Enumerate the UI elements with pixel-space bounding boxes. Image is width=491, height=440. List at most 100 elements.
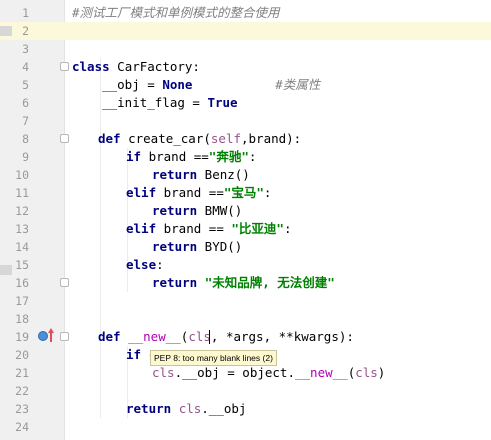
code-fragment: ) xyxy=(377,365,386,380)
line-number: 19 xyxy=(15,330,29,344)
fold-toggle-icon[interactable] xyxy=(60,62,69,71)
code-line: 6 __init_flag = True xyxy=(0,94,491,112)
keyword: return xyxy=(152,239,198,254)
code-text[interactable]: __obj = None #类属性 xyxy=(72,76,320,94)
code-fragment: , *args, **kwargs): xyxy=(210,329,354,344)
line-number: 21 xyxy=(15,366,29,380)
string-literal: "奔驰" xyxy=(208,149,249,164)
keyword: return xyxy=(152,203,198,218)
keyword: class xyxy=(72,59,110,74)
keyword: return xyxy=(152,167,198,182)
code-text[interactable]: #测试工厂模式和单例模式的整合使用 xyxy=(72,4,280,22)
code-line: 5 __obj = None #类属性 xyxy=(0,76,491,94)
code-line: 14 return BYD() xyxy=(0,238,491,256)
keyword: if xyxy=(126,149,142,164)
keyword: True xyxy=(207,95,238,110)
keyword: elif xyxy=(126,221,157,236)
self-param: cls xyxy=(188,329,211,344)
code-line: 9 def create_car(self,brand): xyxy=(0,130,491,148)
code-fragment: brand == xyxy=(141,149,209,164)
override-method-icon[interactable] xyxy=(38,331,48,341)
code-fragment xyxy=(121,329,129,344)
line-number: 2 xyxy=(22,24,29,38)
code-line: 12 return BMW() xyxy=(0,202,491,220)
line-number: 22 xyxy=(15,384,29,398)
line-number: 15 xyxy=(15,258,29,272)
comment: #测试工厂模式和单例模式的整合使用 xyxy=(72,5,280,20)
code-fragment xyxy=(192,77,275,92)
code-fragment: CarFactory: xyxy=(109,59,200,74)
code-line: 7 xyxy=(0,112,491,130)
fold-toggle-icon[interactable] xyxy=(60,332,69,341)
line-number: 1 xyxy=(22,6,29,20)
code-text[interactable]: def create_car(self,brand): xyxy=(98,130,301,148)
code-line: 23 return cls.__obj xyxy=(0,400,491,418)
code-text[interactable]: return cls.__obj xyxy=(126,400,246,418)
code-line: 9 if brand =="奔驰": xyxy=(0,148,491,166)
code-text[interactable]: else: xyxy=(126,256,164,274)
code-fragment: : xyxy=(156,257,164,272)
code-line: 16 return "未知品牌, 无法创建" xyxy=(0,274,491,292)
keyword: None xyxy=(162,77,193,92)
code-text[interactable]: def __new__(cls, *args, **kwargs): xyxy=(98,328,354,346)
self-param: cls xyxy=(355,365,378,380)
code-fragment: brand == xyxy=(156,221,232,236)
code-fragment: .__obj xyxy=(201,401,247,416)
keyword: else xyxy=(126,257,157,272)
text-cursor xyxy=(209,330,210,344)
code-line: 19 def __new__(cls, *args, **kwargs): xyxy=(0,328,491,346)
code-line: 4 class CarFactory: xyxy=(0,58,491,76)
code-fragment: ,brand): xyxy=(241,131,302,146)
code-line: 18 xyxy=(0,310,491,328)
keyword: def xyxy=(98,131,121,146)
code-text[interactable]: return Benz() xyxy=(152,166,250,184)
code-line: 13 elif brand == "比亚迪": xyxy=(0,220,491,238)
code-line: 10 return Benz() xyxy=(0,166,491,184)
pep8-warning-tooltip: PEP 8: too many blank lines (2) xyxy=(150,350,277,366)
code-fragment: : xyxy=(248,149,257,164)
line-number: 9 xyxy=(22,150,29,164)
line-number: 18 xyxy=(15,312,29,326)
code-line: 3 xyxy=(0,40,491,58)
magic-method: __new__ xyxy=(295,365,348,380)
code-text[interactable]: elif brand == "比亚迪": xyxy=(126,220,291,238)
line-number: 6 xyxy=(22,96,29,110)
code-text[interactable]: elif brand =="宝马": xyxy=(126,184,271,202)
code-line: 24 xyxy=(0,418,491,436)
self-param: cls xyxy=(152,365,175,380)
fold-toggle-icon[interactable] xyxy=(60,134,69,143)
code-line: 1 #测试工厂模式和单例模式的整合使用 xyxy=(0,4,491,22)
line-number: 13 xyxy=(15,222,29,236)
keyword: def xyxy=(98,329,121,344)
magic-method: __new__ xyxy=(128,329,181,344)
code-line: 17 xyxy=(0,292,491,310)
line-number: 12 xyxy=(15,204,29,218)
code-line: 11 elif brand =="宝马": xyxy=(0,184,491,202)
line-number: 23 xyxy=(15,402,29,416)
line-number: 3 xyxy=(22,42,29,56)
line-number: 14 xyxy=(15,240,29,254)
code-fragment: __obj = xyxy=(72,77,163,92)
code-fragment: BMW() xyxy=(197,203,243,218)
code-text[interactable]: class CarFactory: xyxy=(72,58,200,76)
up-arrow-icon[interactable] xyxy=(48,328,54,342)
code-fragment xyxy=(197,275,205,290)
code-line: 21 cls.__obj = object.__new__(cls) xyxy=(0,364,491,382)
code-text[interactable]: if brand =="奔驰": xyxy=(126,148,256,166)
code-fragment: .__obj = object. xyxy=(174,365,295,380)
code-text[interactable]: return "未知品牌, 无法创建" xyxy=(152,274,335,292)
code-fragment: __init_flag = xyxy=(72,95,208,110)
code-text[interactable]: cls.__obj = object.__new__(cls) xyxy=(152,364,385,382)
fold-toggle-icon[interactable] xyxy=(60,278,69,287)
string-literal: "宝马" xyxy=(223,185,264,200)
code-text[interactable]: return BMW() xyxy=(152,202,242,220)
code-text[interactable]: __init_flag = True xyxy=(72,94,238,112)
line-number: 17 xyxy=(15,294,29,308)
code-fragment: : xyxy=(283,221,292,236)
line-number: 11 xyxy=(15,186,29,200)
self-param: cls xyxy=(178,401,202,416)
code-line: 2 xyxy=(0,22,491,40)
line-number: 7 xyxy=(22,114,29,128)
line-number: 20 xyxy=(15,348,29,362)
code-text[interactable]: return BYD() xyxy=(152,238,242,256)
